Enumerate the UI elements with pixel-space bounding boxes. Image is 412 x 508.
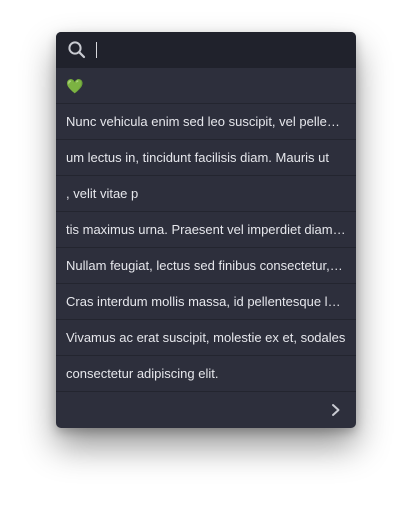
list-item[interactable]: Vivamus ac erat suscipit, molestie ex et…	[56, 320, 356, 356]
list-item[interactable]: , velit vitae p	[56, 176, 356, 212]
list-item-label: Cras interdum mollis massa, id pellentes…	[66, 293, 346, 309]
list-item-label: tis maximus urna. Praesent vel imperdiet…	[66, 221, 346, 237]
list-item[interactable]: consectetur adipiscing elit.	[56, 356, 356, 392]
text-caret	[96, 42, 97, 58]
list-item[interactable]: tis maximus urna. Praesent vel imperdiet…	[56, 212, 356, 248]
list-footer	[56, 392, 356, 428]
list-item[interactable]: Nullam feugiat, lectus sed finibus conse…	[56, 248, 356, 284]
list-item-label: , velit vitae p	[66, 185, 139, 201]
list-item-label: Vivamus ac erat suscipit, molestie ex et…	[66, 329, 346, 345]
search-input[interactable]	[106, 41, 356, 59]
search-icon	[67, 40, 87, 60]
list-item[interactable]: Nunc vehicula enim sed leo suscipit, vel…	[56, 104, 356, 140]
list-item-label: um lectus in, tincidunt facilisis diam. …	[66, 149, 329, 165]
search-bar	[56, 32, 356, 68]
list-item[interactable]: 💚	[56, 68, 356, 104]
list-item-label: Nunc vehicula enim sed leo suscipit, vel…	[66, 113, 346, 129]
list-item[interactable]: um lectus in, tincidunt facilisis diam. …	[56, 140, 356, 176]
list-item[interactable]: Cras interdum mollis massa, id pellentes…	[56, 284, 356, 320]
snippet-picker-window: 💚 Nunc vehicula enim sed leo suscipit, v…	[56, 32, 356, 428]
results-list: 💚 Nunc vehicula enim sed leo suscipit, v…	[56, 68, 356, 392]
list-item-label: 💚	[66, 77, 84, 94]
chevron-right-icon[interactable]	[330, 403, 342, 417]
list-item-label: consectetur adipiscing elit.	[66, 365, 219, 381]
list-item-label: Nullam feugiat, lectus sed finibus conse…	[66, 257, 346, 273]
